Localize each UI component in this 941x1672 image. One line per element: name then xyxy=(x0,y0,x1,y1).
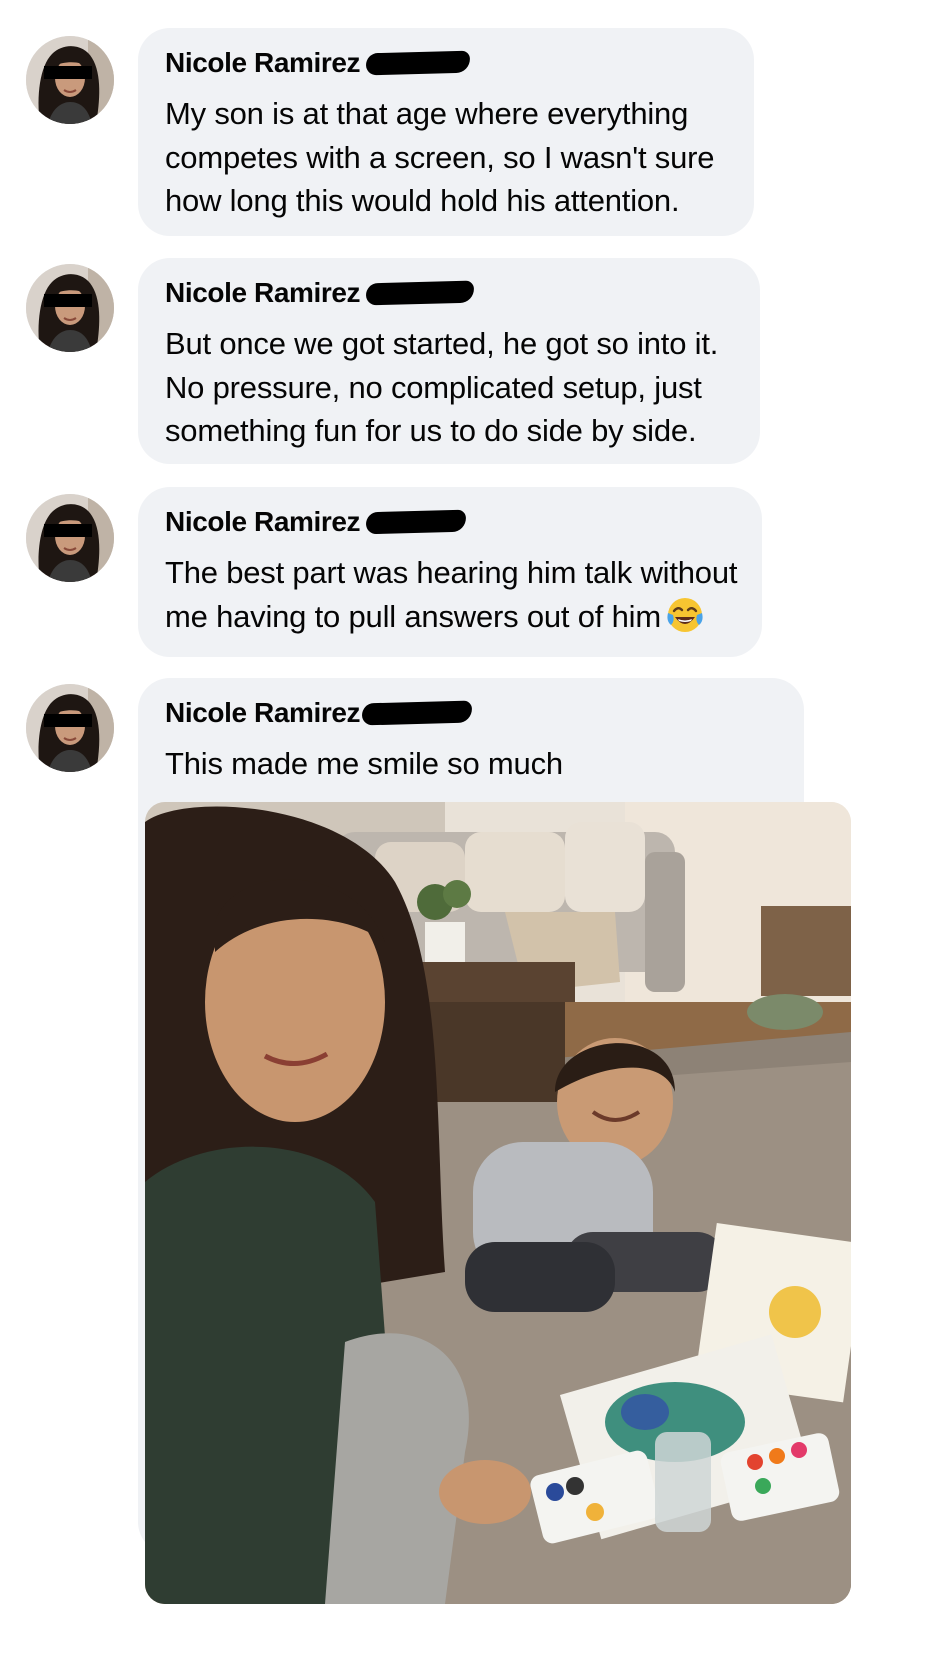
avatar[interactable] xyxy=(26,684,114,772)
author-name[interactable]: Nicole Ramirez xyxy=(165,47,361,79)
comment-text: This made me smile so much xyxy=(165,746,563,781)
photo-illustration xyxy=(145,802,851,1604)
comment-text: But once we got started, he got so into … xyxy=(165,326,719,448)
tears-of-joy-emoji-icon xyxy=(665,595,705,635)
comment-text: The best part was hearing him talk witho… xyxy=(165,555,738,635)
redaction-mark xyxy=(361,700,473,726)
comment-bubble[interactable]: Nicole Ramirez This made me smile so muc… xyxy=(138,678,851,1604)
author-name[interactable]: Nicole Ramirez xyxy=(165,277,361,309)
author-name[interactable]: Nicole Ramirez xyxy=(165,506,361,538)
comment-bubble[interactable]: Nicole Ramirez But once we got started, … xyxy=(138,258,760,464)
redaction-mark xyxy=(365,280,475,306)
comment-bubble[interactable]: Nicole Ramirez My son is at that age whe… xyxy=(138,28,754,236)
avatar[interactable] xyxy=(26,494,114,582)
avatar[interactable] xyxy=(26,36,114,124)
author-name[interactable]: Nicole Ramirez xyxy=(165,697,361,729)
comment-text: My son is at that age where everything c… xyxy=(165,96,715,218)
redaction-mark xyxy=(365,50,471,76)
comment-bubble[interactable]: Nicole Ramirez The best part was hearing… xyxy=(138,487,762,657)
attached-photo[interactable] xyxy=(145,802,851,1604)
redaction-mark xyxy=(365,509,467,535)
avatar[interactable] xyxy=(26,264,114,352)
